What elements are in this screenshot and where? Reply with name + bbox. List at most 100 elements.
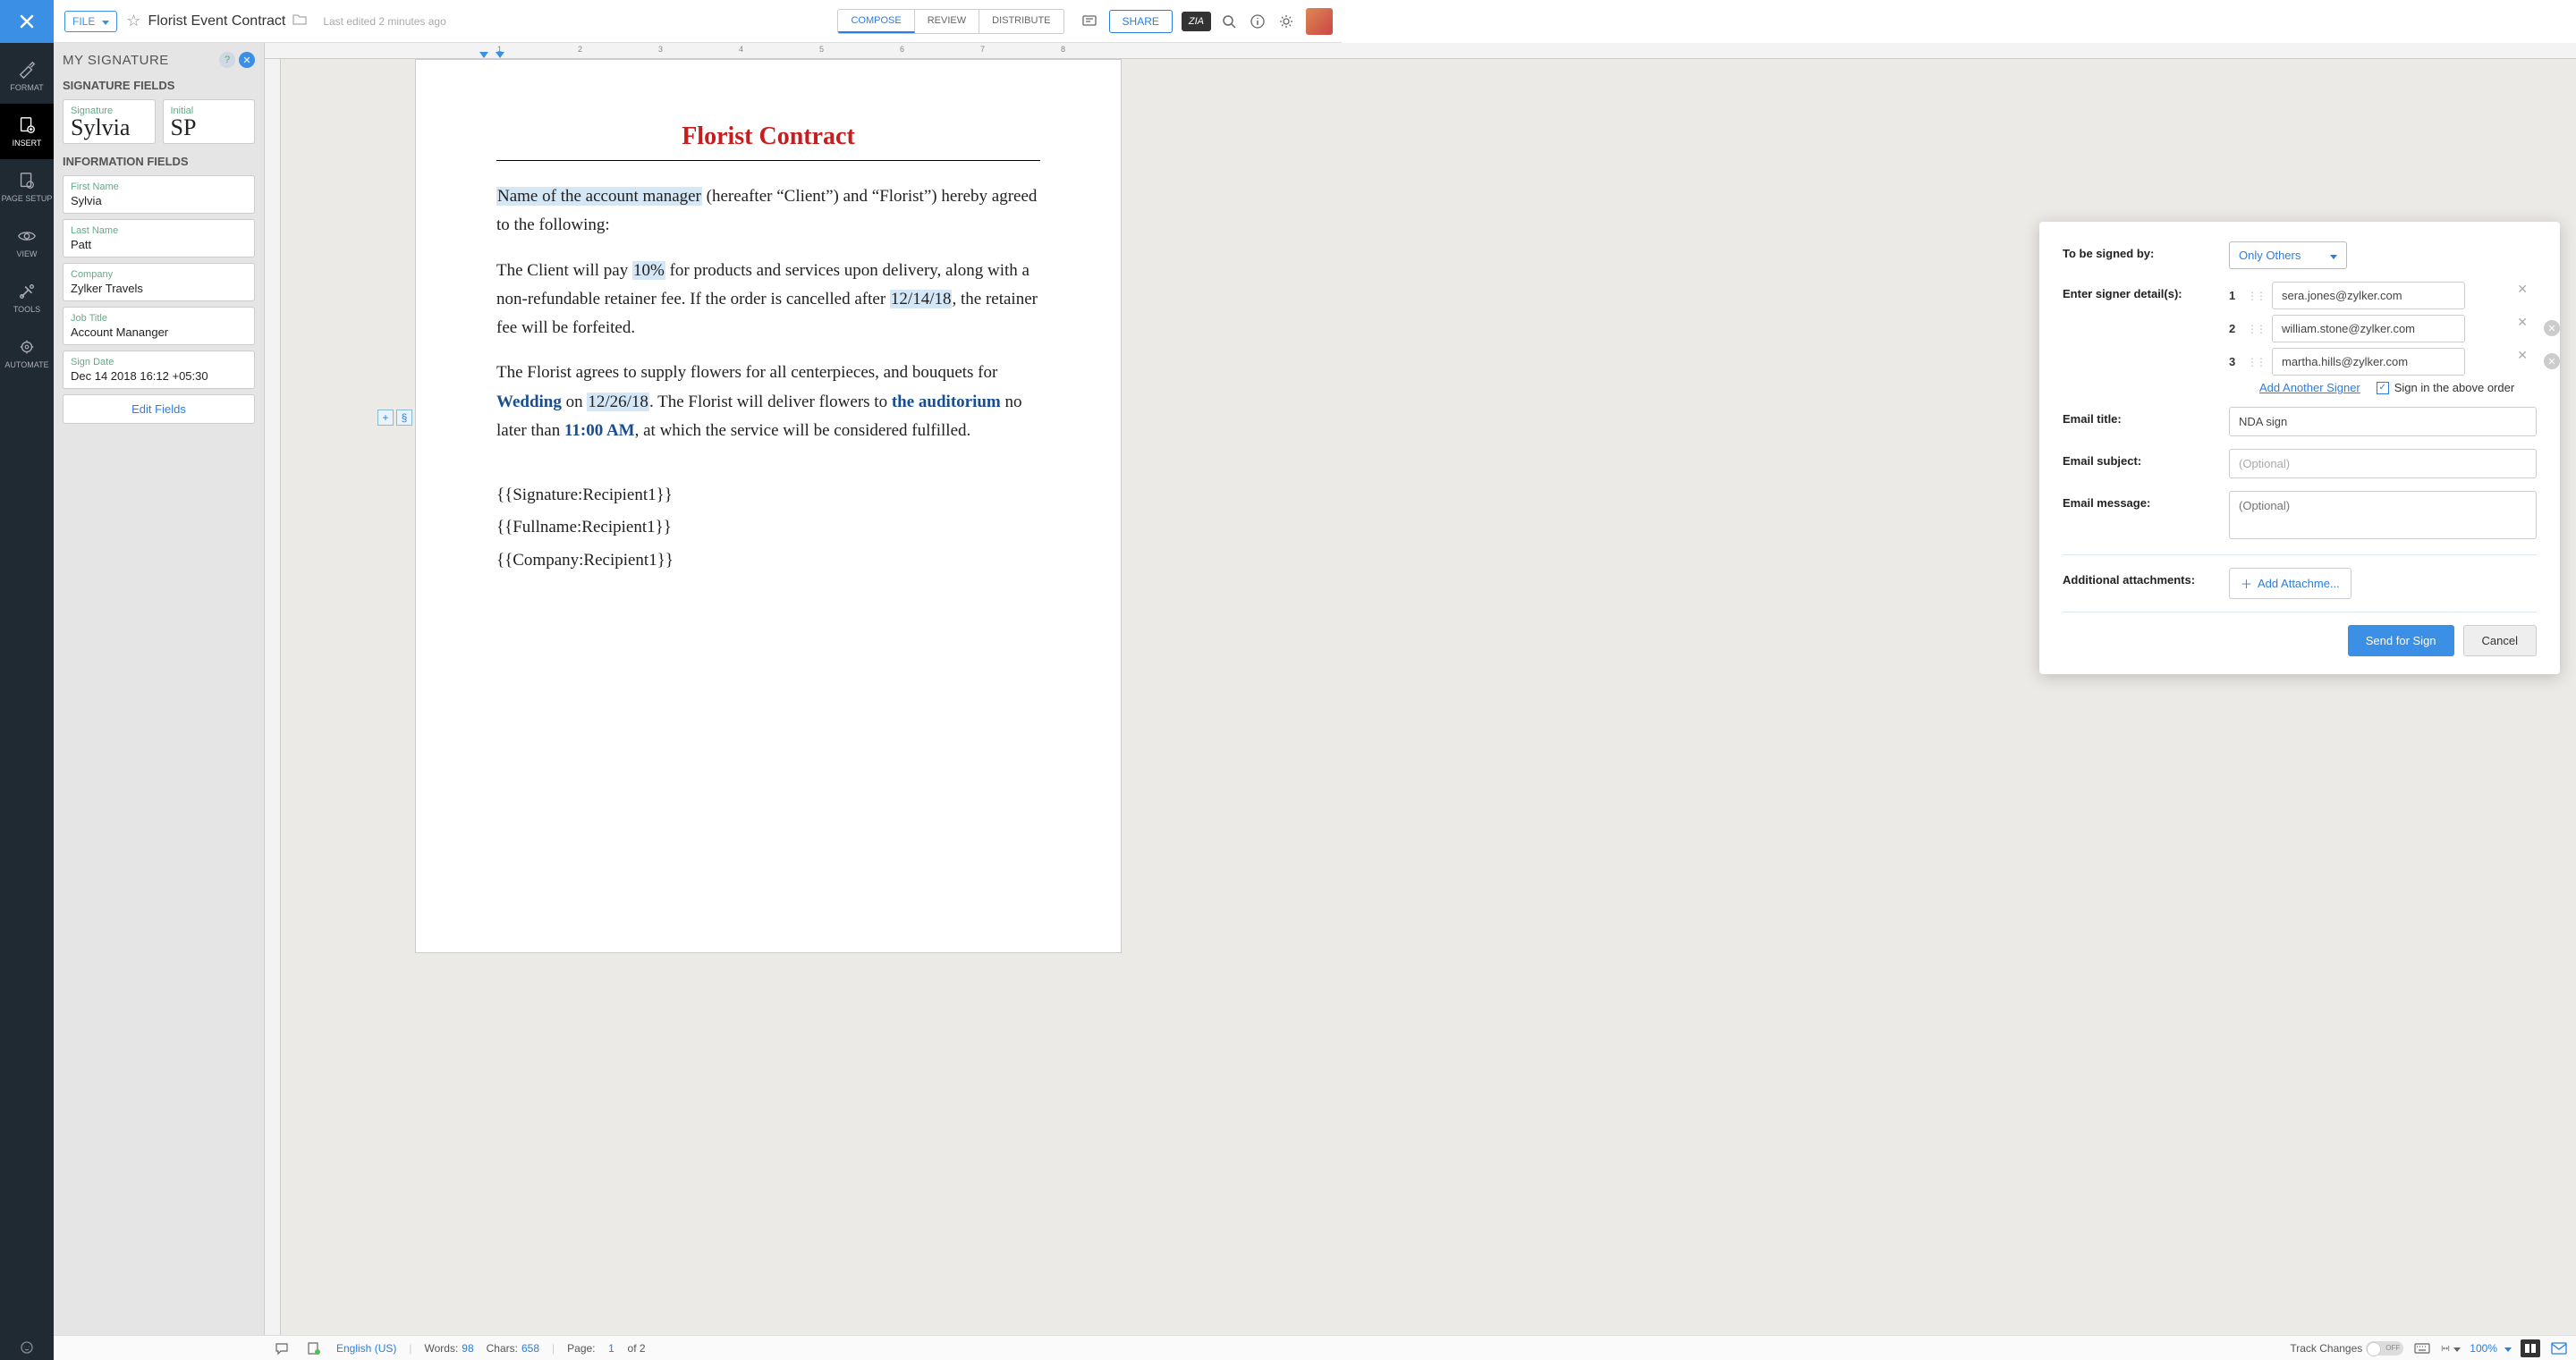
panel-close-icon[interactable]: ✕	[239, 52, 255, 68]
fit-width-icon[interactable]	[2441, 1339, 2461, 1357]
enter-signer-label: Enter signer detail(s):	[2063, 282, 2229, 300]
info-field-first-name[interactable]: First Name Sylvia	[63, 175, 255, 214]
folder-icon[interactable]	[292, 13, 307, 30]
track-changes-toggle[interactable]: Track Changes OFF	[2290, 1341, 2403, 1356]
panel-title: MY SIGNATURE	[63, 53, 169, 68]
comment-bubble-icon[interactable]	[272, 1339, 292, 1357]
rail-insert-label: INSERT	[13, 139, 42, 148]
info-field-sign-date[interactable]: Sign Date Dec 14 2018 16:12 +05:30	[63, 351, 255, 389]
edit-fields-button[interactable]: Edit Fields	[63, 394, 255, 424]
rail-format[interactable]: FORMAT	[0, 48, 54, 104]
user-avatar[interactable]	[1306, 8, 1333, 35]
rail-feedback-icon[interactable]	[0, 1335, 54, 1360]
clear-input-icon[interactable]: ✕	[2517, 348, 2528, 363]
initial-card-script: SP	[171, 116, 248, 139]
sign-order-checkbox[interactable]: ✓ Sign in the above order	[2377, 381, 2514, 394]
signature-card-script: Sylvia	[71, 116, 148, 139]
rail-page-setup[interactable]: PAGE SETUP	[0, 159, 54, 215]
info-icon[interactable]	[1245, 9, 1270, 34]
star-favorite-icon[interactable]: ☆	[126, 12, 140, 30]
rail-tools[interactable]: TOOLS	[0, 270, 54, 325]
document-page[interactable]: Florist Contract Name of the account man…	[415, 59, 1122, 953]
chevron-down-icon	[98, 15, 109, 28]
word-count[interactable]: Words: 98	[424, 1342, 473, 1355]
rail-page-setup-label: PAGE SETUP	[2, 194, 53, 203]
add-attachment-button[interactable]: ＋ Add Attachme...	[2229, 568, 2351, 599]
rail-insert[interactable]: INSERT	[0, 104, 54, 159]
page-indicator[interactable]: Page: 1 of 2	[567, 1342, 645, 1355]
page-view-icon[interactable]	[2521, 1339, 2540, 1357]
top-header: FILE ☆ Florist Event Contract Last edite…	[0, 0, 1342, 43]
search-icon[interactable]	[1216, 9, 1241, 34]
to-be-signed-label: To be signed by:	[2063, 241, 2229, 260]
share-button[interactable]: SHARE	[1109, 10, 1173, 33]
info-field-last-name[interactable]: Last Name Patt	[63, 219, 255, 258]
rail-view[interactable]: VIEW	[0, 215, 54, 270]
send-for-sign-button[interactable]: Send for Sign	[2348, 625, 2454, 656]
comments-icon[interactable]	[1077, 9, 1102, 34]
close-app-button[interactable]	[0, 0, 54, 43]
clear-input-icon[interactable]: ✕	[2517, 315, 2528, 330]
my-signature-panel: MY SIGNATURE ? ✕ SIGNATURE FIELDS Signat…	[54, 43, 265, 1335]
horizontal-ruler[interactable]: 1 2 3 4 5 6 7 8	[265, 43, 2576, 59]
signer-email-input-1[interactable]	[2272, 282, 2465, 309]
info-field-company[interactable]: Company Zylker Travels	[63, 263, 255, 301]
language-selector[interactable]: English (US)	[336, 1342, 396, 1355]
section-signature-fields: SIGNATURE FIELDS	[63, 79, 255, 92]
email-subject-input[interactable]	[2229, 449, 2537, 478]
to-be-signed-select[interactable]: Only Others	[2229, 241, 2347, 269]
chevron-down-icon	[2326, 249, 2337, 262]
ruler-indent-marker-left[interactable]	[479, 52, 488, 58]
doc-paragraph-3: The Florist agrees to supply flowers for…	[496, 359, 1040, 445]
merge-tag-fullname: {{Fullname:Recipient1}}	[496, 511, 1040, 544]
char-count[interactable]: Chars: 658	[487, 1342, 539, 1355]
dialog-separator	[2063, 554, 2537, 555]
email-title-input[interactable]	[2229, 407, 2537, 436]
signer-row-2: 2 ⋮⋮ ✕ ✕	[2229, 315, 2537, 342]
tab-distribute[interactable]: DISTRIBUTE	[979, 10, 1063, 33]
keyboard-icon[interactable]	[2412, 1339, 2432, 1357]
plus-icon: ＋	[2241, 575, 2252, 592]
panel-help-icon[interactable]: ?	[219, 52, 235, 68]
send-for-sign-dialog: To be signed by: Only Others Enter signe…	[2039, 222, 2560, 674]
add-another-signer-link[interactable]: Add Another Signer	[2259, 381, 2360, 394]
chevron-down-icon	[2501, 1342, 2512, 1355]
page-add-button[interactable]: +	[377, 410, 394, 426]
settings-gear-icon[interactable]	[1274, 9, 1299, 34]
drag-handle-icon[interactable]: ⋮⋮	[2247, 356, 2265, 368]
signature-field-card[interactable]: Signature Sylvia	[63, 99, 156, 144]
drag-handle-icon[interactable]: ⋮⋮	[2247, 323, 2265, 335]
status-bar: English (US) | Words: 98 Chars: 658 | Pa…	[265, 1335, 2576, 1360]
email-message-label: Email message:	[2063, 491, 2229, 510]
spellcheck-icon[interactable]	[304, 1339, 324, 1357]
email-subject-label: Email subject:	[2063, 449, 2229, 468]
signer-email-input-2[interactable]	[2272, 315, 2465, 342]
document-title[interactable]: Florist Event Contract	[148, 13, 285, 30]
rail-automate[interactable]: AUTOMATE	[0, 325, 54, 381]
tab-review[interactable]: REVIEW	[915, 10, 979, 33]
cancel-button[interactable]: Cancel	[2463, 625, 2537, 656]
last-edited-text: Last edited 2 minutes ago	[323, 15, 445, 28]
vertical-ruler[interactable]	[265, 59, 281, 1335]
page-section-button[interactable]: §	[396, 410, 412, 426]
zoom-selector[interactable]: 100%	[2470, 1342, 2512, 1355]
zia-assistant-button[interactable]: ZIA	[1182, 12, 1211, 31]
signer-email-input-3[interactable]	[2272, 348, 2465, 376]
remove-signer-icon[interactable]: ✕	[2544, 320, 2560, 336]
rail-view-label: VIEW	[16, 249, 37, 258]
initial-field-card[interactable]: Initial SP	[163, 99, 256, 144]
rail-automate-label: AUTOMATE	[4, 360, 48, 369]
file-menu-button[interactable]: FILE	[64, 11, 117, 32]
clear-input-icon[interactable]: ✕	[2517, 282, 2528, 297]
drag-handle-icon[interactable]: ⋮⋮	[2247, 290, 2265, 302]
mail-icon[interactable]	[2549, 1339, 2569, 1357]
tab-compose[interactable]: COMPOSE	[838, 10, 914, 33]
remove-signer-icon[interactable]: ✕	[2544, 353, 2560, 369]
chevron-down-icon	[2450, 1342, 2461, 1355]
doc-divider	[496, 160, 1040, 161]
info-field-job-title[interactable]: Job Title Account Mananger	[63, 307, 255, 345]
rail-tools-label: TOOLS	[13, 305, 40, 314]
email-message-textarea[interactable]	[2229, 491, 2537, 539]
doc-paragraph-1: Name of the account manager (hereafter “…	[496, 182, 1040, 241]
merge-tag-signature: {{Signature:Recipient1}}	[496, 479, 1040, 511]
